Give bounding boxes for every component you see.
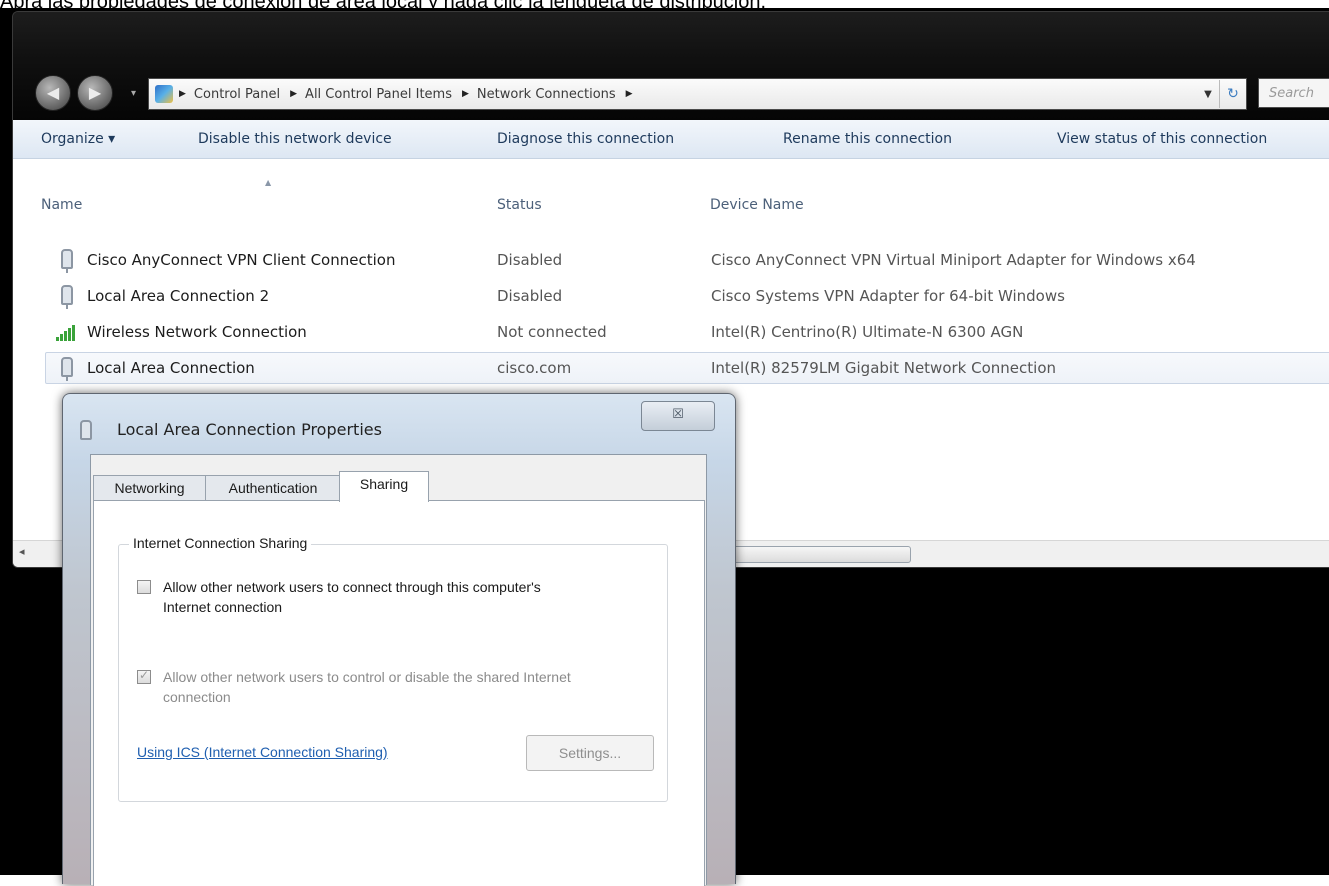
wifi-signal-icon [56,323,78,341]
connection-status: cisco.com [497,359,572,377]
breadcrumb-arrow-icon[interactable]: ▶ [290,89,297,99]
address-bar[interactable]: ▶ Control Panel ▶ All Control Panel Item… [148,78,1247,110]
tab-sharing[interactable]: Sharing [339,471,429,502]
allow-connect-checkbox[interactable] [137,580,151,594]
disable-device-button[interactable]: Disable this network device [198,131,392,147]
list-item-wireless[interactable]: Wireless Network Connection Not connecte… [49,317,1329,347]
settings-button[interactable]: Settings... [526,735,654,771]
connection-status: Disabled [497,251,563,269]
caption-text: Abra las propiedades de conexión de área… [0,0,1329,8]
breadcrumb-arrow-icon[interactable]: ▶ [462,89,469,99]
connection-device: Intel(R) Centrino(R) Ultimate-N 6300 AGN [711,323,1024,341]
breadcrumb-network-connections[interactable]: Network Connections [477,87,616,102]
tab-networking[interactable]: Networking [93,475,206,500]
screen: ◀ ▶ ▾ ▶ Control Panel ▶ All Control Pane… [0,8,1329,886]
scrollbar-thumb[interactable] [733,546,911,563]
list-item-local-area-2[interactable]: Local Area Connection 2 Disabled Cisco S… [49,281,1329,311]
allow-connect-label[interactable]: Allow other network users to connect thr… [163,577,573,617]
connection-name: Cisco AnyConnect VPN Client Connection [87,251,396,269]
network-adapter-icon [61,285,73,309]
back-button[interactable]: ◀ [35,75,71,111]
command-bar: Organize ▾ Disable this network device D… [13,120,1329,159]
network-adapter-icon [61,249,73,273]
connection-device: Cisco Systems VPN Adapter for 64-bit Win… [711,287,1065,305]
network-adapter-icon [61,357,73,381]
column-header-name[interactable]: Name [41,197,82,213]
sort-indicator-icon: ▲ [265,178,272,187]
dialog-title: Local Area Connection Properties [117,420,382,439]
dialog-body: Networking Authentication Sharing Intern… [90,454,707,886]
connection-status: Disabled [497,287,563,305]
connection-name: Local Area Connection 2 [87,287,270,305]
column-header-device[interactable]: Device Name [710,197,804,213]
breadcrumb-arrow-icon[interactable]: ▶ [626,89,633,99]
breadcrumb-arrow-icon[interactable]: ▶ [179,89,186,99]
ics-help-link[interactable]: Using ICS (Internet Connection Sharing) [137,744,388,760]
breadcrumb-control-panel[interactable]: Control Panel [194,87,280,102]
sharing-panel: Internet Connection Sharing Allow other … [93,500,705,886]
allow-control-label[interactable]: Allow other network users to control or … [163,667,573,707]
connection-status: Not connected [497,323,607,341]
ics-group-title: Internet Connection Sharing [129,535,312,551]
title-bar: ◀ ▶ ▾ ▶ Control Panel ▶ All Control Pane… [13,12,1329,120]
allow-control-checkbox[interactable] [137,668,151,684]
diagnose-connection-button[interactable]: Diagnose this connection [497,131,674,147]
properties-dialog: Local Area Connection Properties ☒ Netwo… [62,393,736,886]
address-history-dropdown-icon[interactable]: ▼ [1197,89,1219,100]
connection-device: Cisco AnyConnect VPN Virtual Miniport Ad… [711,251,1196,269]
recent-pages-dropdown-icon[interactable]: ▾ [131,88,136,99]
list-item-cisco-anyconnect[interactable]: Cisco AnyConnect VPN Client Connection D… [49,245,1329,275]
network-adapter-icon [80,420,92,440]
organize-menu[interactable]: Organize ▾ [41,131,115,147]
search-input[interactable]: Search [1258,78,1329,108]
column-header-status[interactable]: Status [497,197,542,213]
refresh-icon[interactable]: ↻ [1219,80,1246,108]
rename-connection-button[interactable]: Rename this connection [783,131,952,147]
close-button[interactable]: ☒ [641,401,715,431]
connection-name: Wireless Network Connection [87,323,307,341]
control-panel-icon [155,85,173,103]
connection-device: Intel(R) 82579LM Gigabit Network Connect… [711,359,1056,377]
scroll-left-icon[interactable]: ◂ [19,545,25,558]
forward-button[interactable]: ▶ [77,75,113,111]
connection-name: Local Area Connection [87,359,255,377]
breadcrumb-all-items[interactable]: All Control Panel Items [305,87,452,102]
tab-authentication[interactable]: Authentication [205,475,341,500]
view-status-button[interactable]: View status of this connection [1057,131,1267,147]
list-item-local-area-selected[interactable]: Local Area Connection cisco.com Intel(R)… [45,352,1329,384]
ics-groupbox: Internet Connection Sharing Allow other … [118,535,668,802]
